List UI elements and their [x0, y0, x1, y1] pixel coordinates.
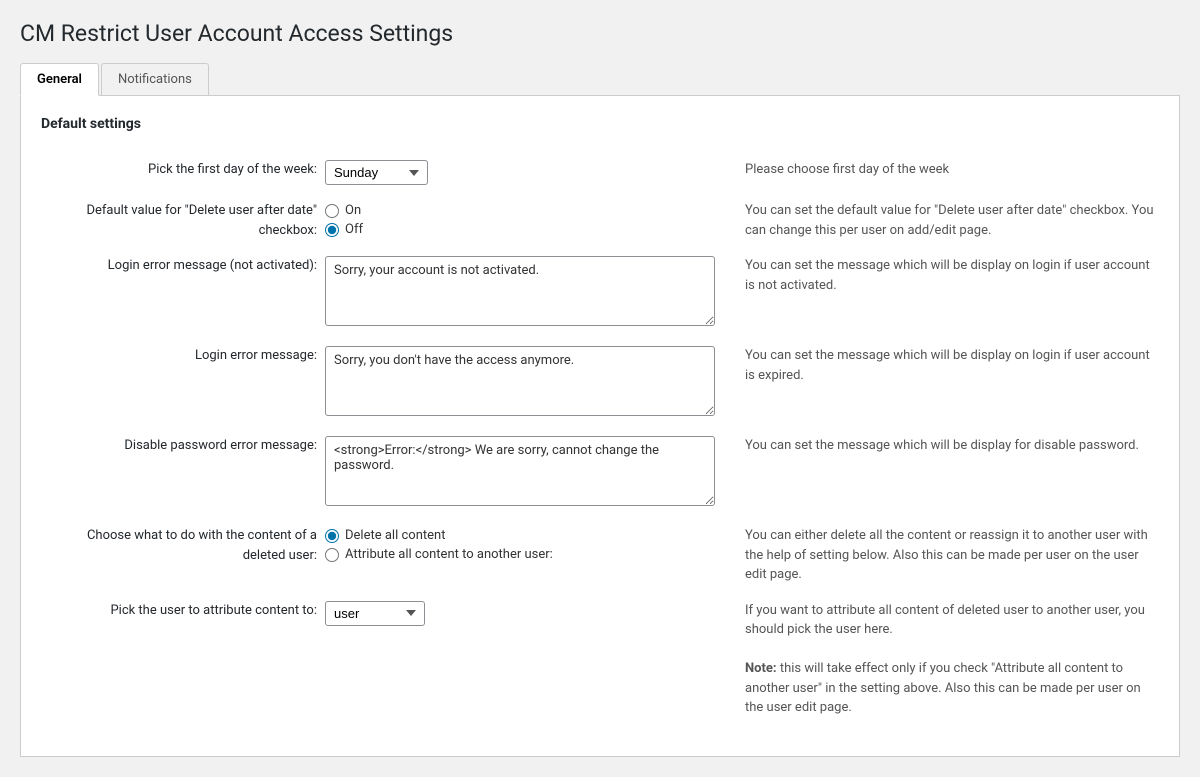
tab-general[interactable]: General — [20, 63, 99, 96]
radio-attribute[interactable] — [325, 548, 339, 562]
tabs-container: General Notifications — [20, 63, 1180, 96]
row-deleted-user-content: Choose what to do with the content of a … — [41, 518, 1159, 593]
disable-password-label: Disable password error message: — [124, 438, 317, 453]
disable-password-textarea[interactable]: <strong>Error:</strong> We are sorry, ca… — [325, 436, 715, 506]
login-error-not-activated-help: You can set the message which will be di… — [745, 258, 1150, 293]
deleted-content-radio-group: Delete all content Attribute all content… — [325, 526, 737, 562]
radio-on-label: On — [345, 203, 361, 218]
radio-delete-all-item[interactable]: Delete all content — [325, 528, 737, 543]
deleted-user-content-label: Choose what to do with the content of a … — [87, 528, 317, 563]
row-delete-checkbox: Default value for "Delete user after dat… — [41, 193, 1159, 248]
delete-checkbox-help: You can set the default value for "Delet… — [745, 203, 1154, 238]
attribute-user-note-label: Note: — [745, 661, 777, 676]
attribute-user-select[interactable]: user — [325, 601, 425, 626]
disable-password-help: You can set the message which will be di… — [745, 438, 1139, 453]
content-panel: Default settings Pick the first day of t… — [20, 96, 1180, 757]
radio-off-label: Off — [345, 222, 363, 237]
section-title: Default settings — [41, 116, 1159, 132]
row-attribute-user: Pick the user to attribute content to: u… — [41, 593, 1159, 726]
login-error-textarea[interactable]: Sorry, you don't have the access anymore… — [325, 346, 715, 416]
row-login-error: Login error message: Sorry, you don't ha… — [41, 338, 1159, 428]
tab-notifications[interactable]: Notifications — [101, 63, 209, 95]
first-day-select[interactable]: Sunday Monday Tuesday Wednesday Thursday… — [325, 160, 428, 185]
radio-attribute-item[interactable]: Attribute all content to another user: — [325, 547, 737, 562]
radio-on-item[interactable]: On — [325, 203, 737, 218]
row-login-error-not-activated: Login error message (not activated): Sor… — [41, 248, 1159, 338]
delete-checkbox-radio-group: On Off — [325, 201, 737, 237]
radio-off-item[interactable]: Off — [325, 222, 737, 237]
login-error-help: You can set the message which will be di… — [745, 348, 1150, 383]
radio-off[interactable] — [325, 223, 339, 237]
login-error-not-activated-textarea[interactable]: Sorry, your account is not activated. — [325, 256, 715, 326]
attribute-user-help-normal: If you want to attribute all content of … — [745, 603, 1145, 638]
first-day-label: Pick the first day of the week: — [148, 162, 317, 177]
row-disable-password: Disable password error message: <strong>… — [41, 428, 1159, 518]
login-error-not-activated-label: Login error message (not activated): — [108, 258, 317, 273]
login-error-label: Login error message: — [195, 348, 317, 363]
row-first-day: Pick the first day of the week: Sunday M… — [41, 152, 1159, 193]
radio-delete-all-label: Delete all content — [345, 528, 445, 543]
attribute-user-label: Pick the user to attribute content to: — [110, 603, 317, 618]
delete-checkbox-label: Default value for "Delete user after dat… — [86, 203, 317, 238]
radio-on[interactable] — [325, 204, 339, 218]
first-day-help: Please choose first day of the week — [745, 162, 949, 177]
settings-table: Pick the first day of the week: Sunday M… — [41, 152, 1159, 726]
page-title: CM Restrict User Account Access Settings — [20, 20, 1180, 47]
radio-delete-all[interactable] — [325, 529, 339, 543]
radio-attribute-label: Attribute all content to another user: — [345, 547, 553, 562]
page-wrapper: CM Restrict User Account Access Settings… — [0, 0, 1200, 777]
deleted-content-help: You can either delete all the content or… — [745, 528, 1148, 582]
attribute-user-note: this will take effect only if you check … — [745, 661, 1141, 715]
